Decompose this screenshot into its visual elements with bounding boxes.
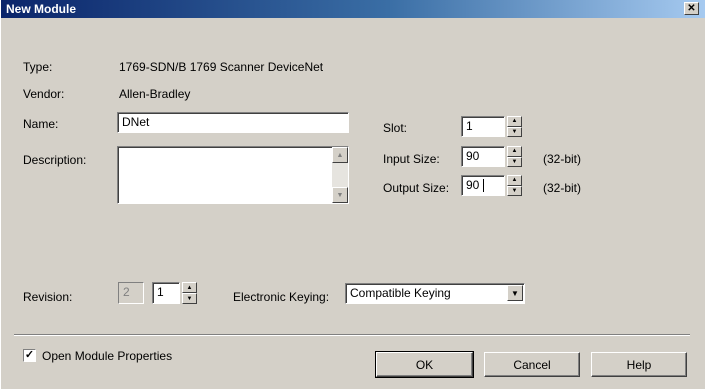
vendor-label: Vendor: — [23, 87, 65, 101]
name-label: Name: — [23, 117, 59, 131]
output-size-input[interactable]: 90 — [461, 175, 505, 196]
slot-label: Slot: — [383, 121, 408, 135]
help-button[interactable]: Help — [591, 352, 687, 377]
ok-button[interactable]: OK — [375, 351, 474, 378]
spin-up-icon[interactable]: ▲ — [507, 175, 522, 186]
spin-down-icon[interactable]: ▼ — [507, 156, 522, 167]
type-label: Type: — [23, 60, 53, 74]
spin-up-icon[interactable]: ▲ — [182, 282, 197, 293]
output-size-stepper[interactable]: ▲ ▼ — [507, 175, 522, 196]
slot-input[interactable]: 1 — [461, 116, 505, 137]
footer-divider — [14, 334, 690, 336]
input-size-label: Input Size: — [383, 152, 440, 166]
input-size-stepper[interactable]: ▲ ▼ — [507, 146, 522, 167]
slot-stepper[interactable]: ▲ ▼ — [507, 116, 522, 137]
title-bar[interactable]: New Module ✕ — [1, 0, 705, 18]
electronic-keying-select[interactable]: Compatible Keying ▼ — [345, 283, 525, 304]
window-title: New Module — [6, 2, 77, 16]
spin-up-icon[interactable]: ▲ — [507, 146, 522, 157]
description-label: Description: — [23, 153, 87, 167]
output-size-unit: (32-bit) — [543, 181, 582, 195]
open-module-properties-label[interactable]: Open Module Properties — [42, 349, 172, 363]
open-module-properties-checkbox[interactable]: ✓ — [23, 349, 36, 362]
input-size-input[interactable]: 90 — [461, 146, 505, 167]
input-size-value: 90 — [466, 149, 480, 163]
revision-minor-value: 1 — [157, 285, 164, 299]
electronic-keying-value: Compatible Keying — [350, 286, 451, 300]
vendor-value: Allen-Bradley — [119, 87, 191, 101]
checkmark-icon: ✓ — [24, 349, 35, 361]
text-caret — [483, 179, 484, 192]
revision-major-value: 2 — [123, 285, 130, 299]
name-input-value: DNet — [122, 115, 150, 129]
chevron-down-icon[interactable]: ▼ — [507, 285, 523, 301]
revision-label: Revision: — [23, 290, 73, 304]
description-textarea[interactable]: ▲ ▼ — [117, 146, 349, 204]
spin-down-icon[interactable]: ▼ — [182, 293, 197, 304]
scroll-up-icon[interactable]: ▲ — [332, 147, 348, 163]
cancel-button[interactable]: Cancel — [484, 352, 580, 377]
output-size-label: Output Size: — [383, 181, 450, 195]
input-size-unit: (32-bit) — [543, 152, 582, 166]
scroll-down-icon[interactable]: ▼ — [332, 187, 348, 203]
spin-down-icon[interactable]: ▼ — [507, 185, 522, 196]
new-module-dialog: New Module ✕ Type: 1769-SDN/B 1769 Scann… — [0, 0, 705, 389]
close-icon: ✕ — [687, 2, 696, 14]
electronic-keying-label: Electronic Keying: — [233, 290, 330, 304]
revision-minor-input[interactable]: 1 — [152, 282, 180, 304]
spin-up-icon[interactable]: ▲ — [507, 116, 522, 127]
name-input[interactable]: DNet — [117, 112, 349, 133]
revision-minor-stepper[interactable]: ▲ ▼ — [182, 282, 197, 304]
output-size-value: 90 — [466, 178, 480, 192]
description-scrollbar[interactable]: ▲ ▼ — [332, 147, 348, 203]
slot-input-value: 1 — [466, 119, 473, 133]
spin-down-icon[interactable]: ▼ — [507, 126, 522, 137]
close-button[interactable]: ✕ — [684, 2, 699, 15]
revision-major-field: 2 — [118, 282, 144, 304]
type-value: 1769-SDN/B 1769 Scanner DeviceNet — [119, 60, 324, 74]
